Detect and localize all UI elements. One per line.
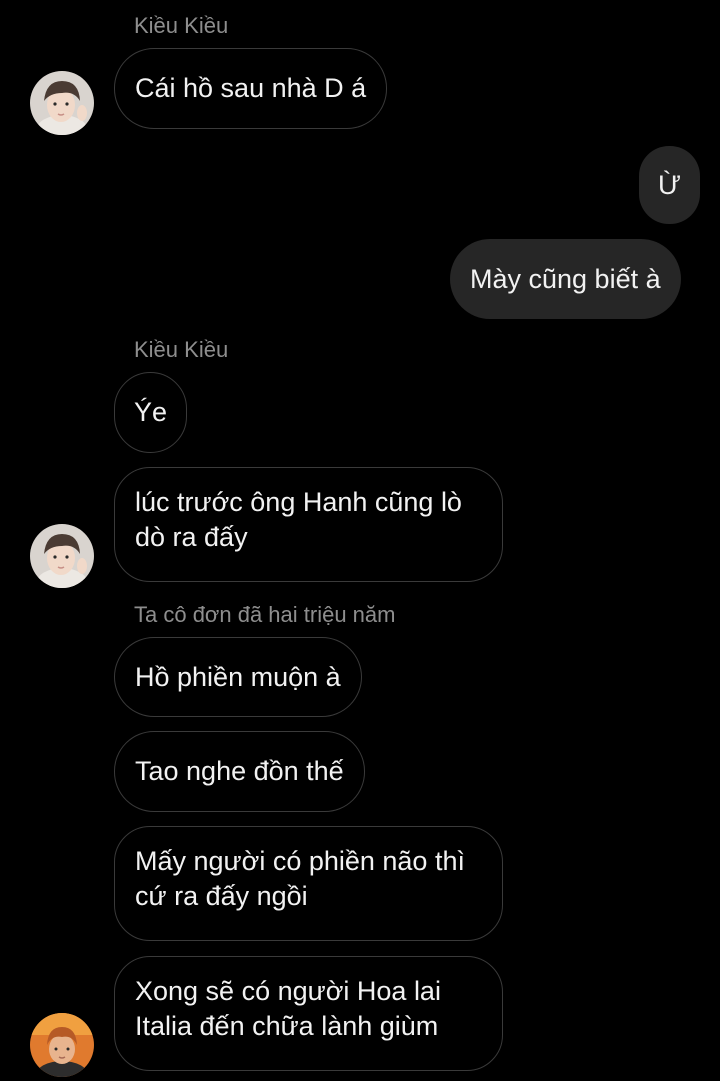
message-text: lúc trước ông Hanh cũng lò dò ra đấy	[135, 487, 462, 552]
message-text: Xong sẽ có người Hoa lai Italia đến chữa…	[135, 976, 441, 1041]
sender-name-ta-co-don: Ta cô đơn đã hai triệu năm	[134, 602, 396, 627]
message-bubble-outgoing-2[interactable]: Mày cũng biết à	[450, 239, 681, 319]
message-text: Ýe	[133, 397, 168, 427]
message-text: Mày cũng biết à	[470, 263, 661, 294]
message-bubble-1[interactable]: Cái hồ sau nhà D á	[114, 48, 388, 129]
sender-name-kieu-kieu: Kiều Kiều	[134, 13, 229, 38]
message-bubble-7[interactable]: Xong sẽ có người Hoa lai Italia đến chữa…	[114, 956, 503, 1071]
avatar-kieu-kieu[interactable]	[30, 524, 94, 588]
message-bubble-5[interactable]: Tao nghe đồn thế	[114, 731, 365, 812]
message-text: Ừ	[657, 169, 682, 200]
message-bubble-6[interactable]: Mấy người có phiền não thì cứ ra đấy ngồ…	[114, 826, 503, 941]
avatar-kieu-kieu[interactable]	[30, 71, 94, 135]
avatar-kieu-kieu-icon	[30, 524, 94, 588]
message-bubble-outgoing-1[interactable]: Ừ	[639, 146, 700, 224]
message-bubble-4[interactable]: Hồ phiền muộn à	[114, 637, 362, 717]
message-text: Mấy người có phiền não thì cứ ra đấy ngồ…	[135, 846, 465, 911]
message-text: Tao nghe đồn thế	[135, 756, 344, 786]
sender-name-kieu-kieu: Kiều Kiều	[134, 337, 229, 362]
avatar-ta-co-don[interactable]	[30, 1013, 94, 1077]
avatar-kieu-kieu-icon	[30, 71, 94, 135]
message-bubble-2[interactable]: Ýe	[114, 372, 187, 453]
avatar-ta-co-don-icon	[30, 1013, 94, 1077]
message-bubble-3[interactable]: lúc trước ông Hanh cũng lò dò ra đấy	[114, 467, 503, 582]
message-text: Cái hồ sau nhà D á	[135, 73, 367, 103]
message-text: Hồ phiền muộn à	[135, 661, 341, 692]
